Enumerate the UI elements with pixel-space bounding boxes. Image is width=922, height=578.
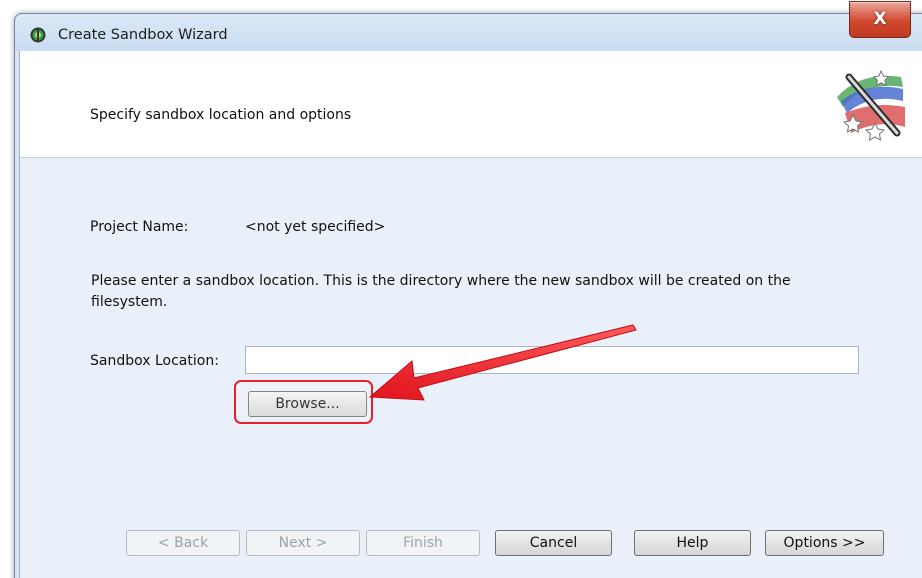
window-title: Create Sandbox Wizard (58, 27, 228, 43)
wizard-header: Specify sandbox location and options (20, 51, 922, 158)
wizard-body: Specify sandbox location and options Pro… (19, 51, 922, 578)
sandbox-location-input[interactable] (245, 346, 859, 374)
next-button[interactable]: Next > (246, 530, 360, 556)
magic-wand-stars-icon (837, 69, 905, 141)
cancel-button[interactable]: Cancel (495, 530, 612, 556)
browse-highlight-box (234, 380, 373, 424)
options-button[interactable]: Options >> (765, 530, 884, 556)
sandbox-location-label: Sandbox Location: (90, 353, 219, 369)
app-icon (30, 27, 46, 43)
wizard-window: Create Sandbox Wizard X Specify sandbox … (14, 1, 922, 578)
help-button[interactable]: Help (634, 530, 751, 556)
wizard-step-title: Specify sandbox location and options (90, 107, 352, 123)
project-name-label: Project Name: (90, 219, 189, 235)
title-bar[interactable]: Create Sandbox Wizard X (15, 1, 922, 51)
back-button[interactable]: < Back (126, 530, 240, 556)
project-name-value: <not yet specified> (245, 219, 386, 235)
close-button[interactable]: X (849, 1, 911, 38)
finish-button[interactable]: Finish (366, 530, 480, 556)
instructions-text: Please enter a sandbox location. This is… (91, 273, 791, 310)
screenshot-stage: Create Sandbox Wizard X Specify sandbox … (0, 0, 922, 578)
